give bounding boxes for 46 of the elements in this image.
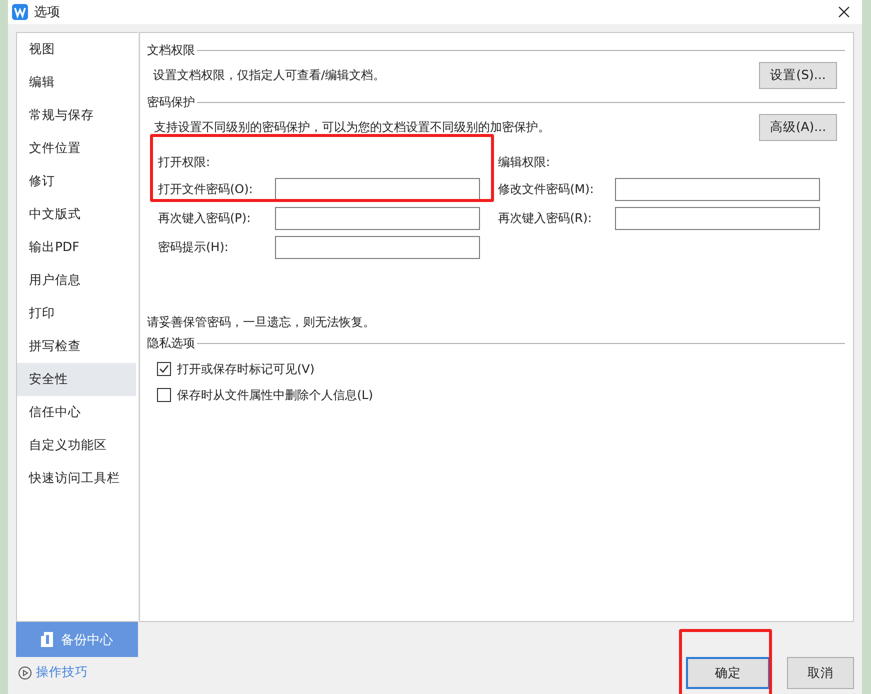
option-label: 打开或保存时标记可见(V) bbox=[177, 360, 315, 378]
play-circle-icon bbox=[18, 666, 32, 680]
section-heading: 密码保护 bbox=[147, 94, 195, 110]
sidebar-item[interactable]: 信任中心 bbox=[17, 396, 136, 429]
sidebar-item[interactable]: 打印 bbox=[17, 297, 136, 330]
section-heading: 文档权限 bbox=[147, 42, 195, 58]
section-description: 设置文档权限，仅指定人可查看/编辑文档。 bbox=[153, 66, 386, 84]
sidebar-item[interactable]: 文件位置 bbox=[17, 132, 136, 165]
sidebar-item[interactable]: 修订 bbox=[17, 165, 136, 198]
document-icon bbox=[41, 632, 53, 647]
sidebar-item[interactable]: 视图 bbox=[17, 33, 136, 66]
checkbox[interactable] bbox=[157, 388, 171, 402]
checkbox[interactable] bbox=[157, 362, 171, 376]
field-label: 密码提示(H): bbox=[158, 239, 230, 256]
password-field[interactable] bbox=[615, 207, 820, 230]
settings-button[interactable]: 设置(S)... bbox=[759, 62, 837, 88]
field-label: 再次键入密码(R): bbox=[498, 210, 593, 227]
section-heading: 隐私选项 bbox=[147, 334, 195, 352]
field-label: 再次键入密码(P): bbox=[158, 210, 252, 227]
option-label: 保存时从文件属性中删除个人信息(L) bbox=[177, 386, 374, 404]
app-logo-icon bbox=[12, 4, 28, 20]
warning-note: 请妥善保管密码，一旦遗忘，则无法恢复。 bbox=[147, 314, 376, 330]
ok-button[interactable]: 确定 bbox=[686, 657, 770, 689]
sidebar-item[interactable]: 输出PDF bbox=[17, 231, 136, 264]
sidebar-item[interactable]: 编辑 bbox=[17, 66, 136, 99]
cancel-button[interactable]: 取消 bbox=[787, 657, 854, 689]
tips-link[interactable]: 操作技巧 bbox=[18, 664, 138, 681]
advanced-button[interactable]: 高级(A)... bbox=[759, 114, 837, 140]
field-label: 打开文件密码(O): bbox=[158, 181, 254, 198]
sidebar-item[interactable]: 用户信息 bbox=[17, 264, 136, 297]
field-label: 修改文件密码(M): bbox=[498, 181, 595, 198]
sidebar-item[interactable]: 中文版式 bbox=[17, 198, 136, 231]
sidebar-item[interactable]: 常规与保存 bbox=[17, 99, 136, 132]
section-description: 支持设置不同级别的密码保护，可以为您的文档设置不同级别的加密保护。 bbox=[153, 118, 550, 136]
password-field[interactable] bbox=[275, 207, 480, 230]
group-title: 编辑权限: bbox=[498, 154, 552, 170]
password-field[interactable] bbox=[615, 178, 820, 201]
sidebar-item[interactable]: 安全性 bbox=[17, 363, 136, 396]
sidebar-item[interactable]: 快速访问工具栏 bbox=[17, 462, 136, 495]
window-title: 选项 bbox=[34, 4, 61, 21]
password-field[interactable] bbox=[275, 236, 480, 259]
sidebar-item[interactable]: 自定义功能区 bbox=[17, 429, 136, 462]
password-field[interactable] bbox=[275, 178, 480, 201]
group-title: 打开权限: bbox=[158, 154, 212, 170]
close-icon[interactable] bbox=[838, 6, 850, 18]
sidebar-item[interactable]: 拼写检查 bbox=[17, 330, 136, 363]
